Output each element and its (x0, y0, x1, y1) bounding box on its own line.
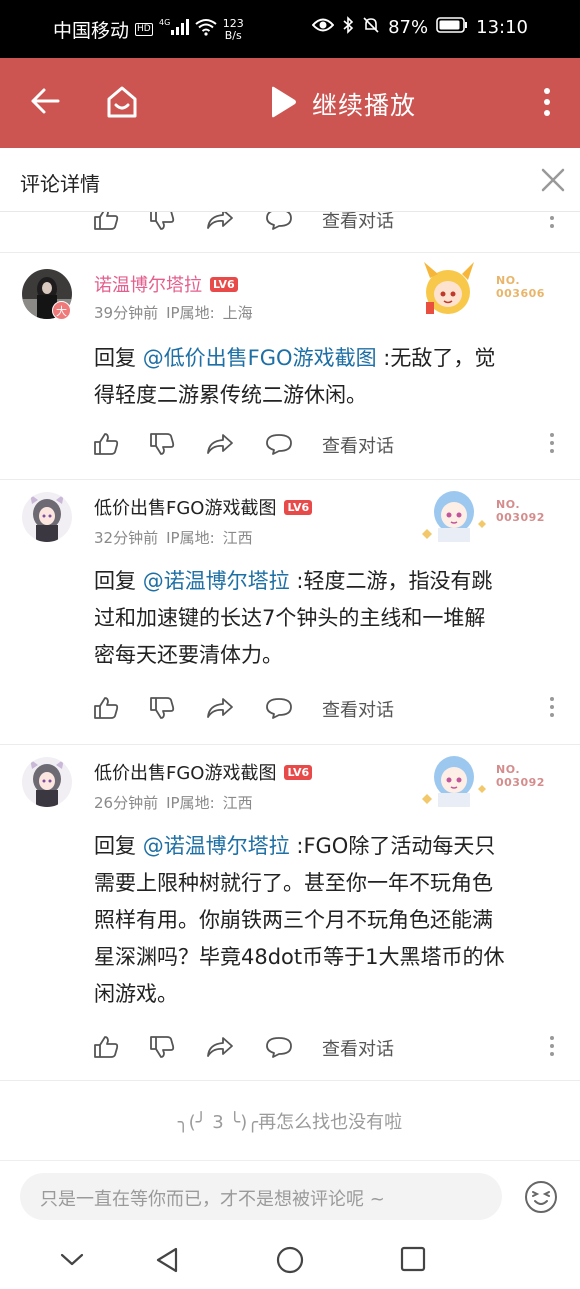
share-icon[interactable] (206, 432, 234, 460)
status-bar: 中国移动 HD 4G 123 B/s 87% 13:10 (0, 0, 580, 58)
more-options-icon[interactable] (549, 431, 555, 459)
more-vert-icon[interactable] (538, 86, 556, 124)
fan-badge-decoration: NO. 003606 (418, 260, 558, 320)
like-icon[interactable] (93, 432, 119, 460)
page-title: 评论详情 (20, 172, 100, 196)
more-options-icon[interactable] (549, 1034, 555, 1062)
fan-badge-number: NO. 003092 (496, 763, 545, 789)
level-badge: LV6 (284, 500, 313, 515)
fan-badge-number: NO. 003606 (496, 274, 545, 300)
home-icon[interactable] (104, 84, 140, 124)
share-icon[interactable] (206, 1035, 234, 1063)
reply-bubble-icon[interactable] (265, 696, 293, 724)
more-options-icon[interactable] (549, 212, 555, 234)
continue-play-label: 继续播放 (312, 91, 417, 120)
dislike-icon[interactable] (149, 1035, 175, 1063)
bluetooth-icon (342, 16, 354, 39)
back-arrow-icon[interactable] (30, 84, 60, 122)
vip-badge: 大 (52, 301, 71, 320)
continue-play-button[interactable]: 继续播放 (268, 85, 416, 123)
reply-bubble-icon[interactable] (265, 432, 293, 460)
emoji-icon[interactable] (524, 1180, 558, 1218)
like-icon[interactable] (93, 1035, 119, 1063)
fan-badge-decoration: NO. 003092 (418, 749, 558, 809)
like-icon[interactable] (93, 212, 119, 235)
comment-list[interactable]: 查看对话 大 诺温博尔塔拉 LV6 39分钟前 IP属地: 上海 NO. 003606 … (0, 212, 580, 1160)
comment-item: 低价出售FGO游戏截图 LV6 32分钟前 IP属地: 江西 NO. 003092 回复… (0, 480, 580, 744)
comment-actions: 查看对话 (93, 429, 563, 459)
nav-home-icon[interactable] (276, 1246, 304, 1278)
mention-link[interactable]: @诺温博尔塔拉 (143, 834, 290, 858)
comment-input-bar: 只是一直在等你而已，才不是想被评论呢 ~ (0, 1160, 580, 1232)
comment-input[interactable]: 只是一直在等你而已，才不是想被评论呢 ~ (20, 1173, 502, 1220)
mention-link[interactable]: @低价出售FGO游戏截图 (143, 346, 377, 370)
comment-actions: 查看对话 (93, 212, 563, 234)
reply-bubble-icon[interactable] (265, 1035, 293, 1063)
fan-badge-decoration: NO. 003092 (418, 484, 558, 544)
comment-body: 回复 @诺温博尔塔拉 :轻度二游，指没有跳 过和加速键的长达7个钟头的主线和一堆解… (94, 569, 493, 667)
nav-back-icon[interactable] (154, 1246, 180, 1278)
comment-item: 低价出售FGO游戏截图 LV6 26分钟前 IP属地: 江西 NO. 003092 回复… (0, 745, 580, 1080)
hd-badge: HD (135, 23, 153, 36)
comment-item: 大 诺温博尔塔拉 LV6 39分钟前 IP属地: 上海 NO. 003606 回复 @低… (0, 253, 580, 479)
anime-character-icon (422, 756, 486, 807)
reply-bubble-icon[interactable] (265, 212, 293, 235)
avatar[interactable] (22, 757, 72, 807)
anime-character-icon (424, 262, 474, 314)
more-options-icon[interactable] (549, 695, 555, 723)
view-conversation-link[interactable]: 查看对话 (322, 1035, 394, 1061)
close-icon[interactable] (540, 167, 566, 197)
play-icon (268, 85, 298, 123)
comment-actions: 查看对话 (93, 693, 563, 723)
share-icon[interactable] (206, 696, 234, 724)
battery-percent: 87% (388, 17, 429, 38)
chevron-down-icon[interactable] (60, 1252, 84, 1271)
share-icon[interactable] (206, 212, 234, 235)
system-nav-bar (0, 1232, 580, 1289)
username[interactable]: 低价出售FGO游戏截图 LV6 (94, 494, 313, 520)
app-bar: 继续播放 (0, 58, 580, 148)
dislike-icon[interactable] (149, 696, 175, 724)
username[interactable]: 低价出售FGO游戏截图 LV6 (94, 759, 313, 785)
mute-bell-icon (362, 16, 380, 39)
wifi-icon (195, 18, 217, 41)
divider (0, 1080, 580, 1081)
battery-icon (436, 16, 468, 39)
like-icon[interactable] (93, 696, 119, 724)
view-conversation-link[interactable]: 查看对话 (322, 432, 394, 458)
signal-icon: 4G (159, 18, 189, 41)
username[interactable]: 诺温博尔塔拉 LV6 (94, 271, 238, 297)
avatar[interactable] (22, 492, 72, 542)
fan-badge-number: NO. 003092 (496, 498, 545, 524)
network-speed: 123 B/s (222, 16, 244, 42)
comment-meta: 39分钟前 IP属地: 上海 (94, 304, 253, 322)
comment-meta: 26分钟前 IP属地: 江西 (94, 794, 253, 812)
comment-detail-header: 评论详情 (0, 148, 580, 212)
end-of-list-note: ╮(╯ 3 ╰)╭再怎么找也没有啦 (177, 1112, 403, 1133)
comment-actions: 查看对话 (93, 1032, 563, 1062)
clock: 13:10 (476, 17, 528, 38)
view-conversation-link[interactable]: 查看对话 (322, 212, 394, 233)
eye-icon (311, 17, 335, 38)
level-badge: LV6 (210, 277, 238, 292)
svg-text:4G: 4G (159, 18, 170, 27)
nav-recents-icon[interactable] (400, 1246, 426, 1276)
anime-character-icon (422, 491, 486, 542)
view-conversation-link[interactable]: 查看对话 (322, 696, 394, 722)
mention-link[interactable]: @诺温博尔塔拉 (143, 569, 290, 593)
dislike-icon[interactable] (149, 432, 175, 460)
dislike-icon[interactable] (149, 212, 175, 235)
comment-body: 回复 @低价出售FGO游戏截图 :无敌了，觉 得轻度二游累传统二游休闲。 (94, 346, 496, 407)
comment-body: 回复 @诺温博尔塔拉 :FGO除了活动每天只 需要上限种树就行了。甚至你一年不玩角… (94, 834, 505, 1006)
carrier-label: 中国移动 (53, 20, 130, 42)
level-badge: LV6 (284, 765, 313, 780)
comment-meta: 32分钟前 IP属地: 江西 (94, 529, 253, 547)
